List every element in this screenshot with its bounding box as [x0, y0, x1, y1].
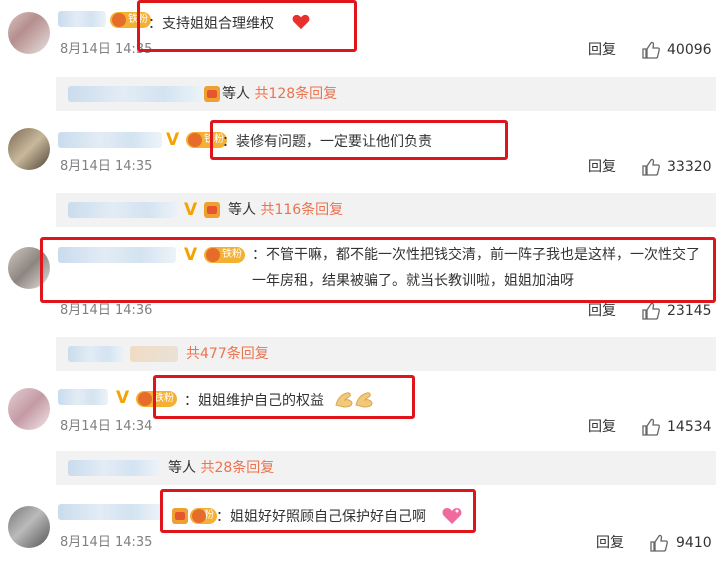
username-blurred[interactable]: [58, 11, 106, 27]
reply-count-link[interactable]: 共116条回复: [260, 202, 343, 218]
reply-count-link[interactable]: 共477条回复: [186, 346, 269, 362]
vip-v-icon: V: [166, 130, 180, 150]
like-thumb-icon[interactable]: [650, 534, 668, 552]
vip-v-icon: V: [116, 388, 130, 408]
like-count: 14534: [667, 419, 712, 435]
others-label: 等人: [168, 460, 196, 476]
sub-usernames-blurred: [68, 346, 124, 362]
like-count: 9410: [676, 535, 712, 551]
like-thumb-icon[interactable]: [642, 418, 660, 436]
highlight-box: [137, 0, 357, 52]
reply-count-link[interactable]: 共128条回复: [254, 86, 337, 102]
crown-badge-icon: [204, 202, 220, 218]
comment-time: 8月14日 14:34: [60, 419, 153, 434]
highlight-box: [40, 237, 716, 303]
sub-reply-bar[interactable]: 等人 共28条回复: [56, 451, 716, 485]
sub-reply-bar[interactable]: 等人 共128条回复: [56, 77, 716, 111]
others-label: 等人: [228, 202, 256, 218]
highlight-box: [210, 120, 508, 160]
username-blurred[interactable]: [58, 389, 108, 405]
like-thumb-icon[interactable]: [642, 158, 660, 176]
comment-time: 8月14日 14:35: [60, 535, 153, 550]
avatar[interactable]: [8, 128, 50, 170]
sub-usernames-blurred: [68, 202, 180, 218]
vip-v-icon: V: [184, 200, 198, 220]
sub-usernames-blurred: [68, 460, 160, 476]
avatar[interactable]: [8, 506, 50, 548]
comment-time: 8月14日 14:35: [60, 159, 153, 174]
reply-button[interactable]: 回复: [596, 535, 624, 551]
sub-usernames-blurred: [68, 86, 204, 102]
highlight-box: [153, 375, 415, 419]
others-label: 等人: [222, 86, 250, 102]
sub-avatar-blurred: [130, 346, 178, 362]
reply-button[interactable]: 回复: [588, 303, 616, 319]
reply-count-link[interactable]: 共28条回复: [200, 460, 274, 476]
comment-time: 8月14日 14:36: [60, 303, 153, 318]
avatar[interactable]: [8, 12, 50, 54]
like-count: 40096: [667, 42, 712, 58]
avatar[interactable]: [8, 388, 50, 430]
sub-reply-bar[interactable]: V 等人 共116条回复: [56, 193, 716, 227]
reply-button[interactable]: 回复: [588, 419, 616, 435]
highlight-box: [160, 489, 476, 533]
like-thumb-icon[interactable]: [642, 302, 660, 320]
like-count: 23145: [667, 303, 712, 319]
crown-badge-icon: [204, 86, 220, 102]
like-thumb-icon[interactable]: [642, 41, 660, 59]
username-blurred[interactable]: [58, 132, 162, 148]
like-count: 33320: [667, 159, 712, 175]
username-blurred[interactable]: [58, 504, 162, 520]
reply-button[interactable]: 回复: [588, 159, 616, 175]
reply-button[interactable]: 回复: [588, 42, 616, 58]
sub-reply-bar[interactable]: 共477条回复: [56, 337, 716, 371]
